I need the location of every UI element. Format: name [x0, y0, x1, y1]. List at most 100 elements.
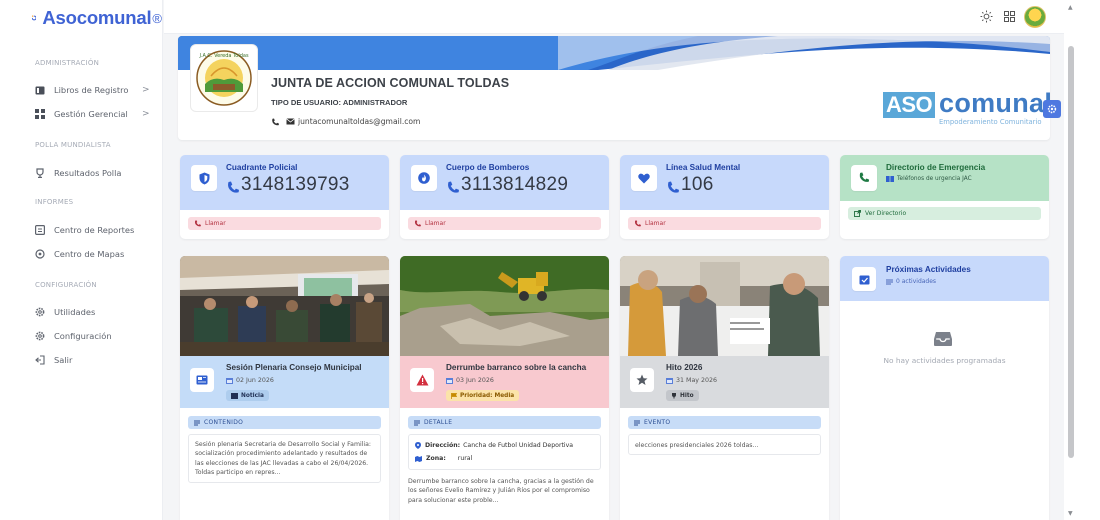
sidebar-item-label: Centro de Reportes [54, 225, 135, 235]
section-label: EVENTO [628, 416, 821, 429]
news-title: Hito 2026 [666, 363, 703, 372]
profile-card: J.A.C. Vereda Toldas JUNTA DE ACCION COM… [178, 36, 1050, 140]
news-body: Sesión plenaria Secretaria de Desarrollo… [188, 434, 381, 484]
news-date: 03 Jun 2026 [446, 377, 494, 384]
card-subtitle: Teléfonos de urgencia JAC [886, 176, 972, 182]
banner-wave [178, 36, 1050, 70]
sidebar-item-label: Gestión Gerencial [54, 109, 128, 119]
shield-icon [191, 165, 217, 191]
phone-number[interactable]: 3113814829 [446, 174, 568, 196]
card-title: Línea Salud Mental [666, 163, 741, 172]
sidebar-item-label: Salir [54, 355, 73, 365]
card-title: Cuerpo de Bomberos [446, 163, 530, 172]
svg-text:J.A.C. Vereda Toldas: J.A.C. Vereda Toldas [198, 53, 249, 59]
scroll-thumb[interactable] [1068, 46, 1074, 458]
phone-number[interactable]: 106 [666, 174, 714, 196]
news-photo [620, 256, 829, 356]
section-label: DETALLE [408, 416, 601, 429]
list-icon [886, 279, 893, 284]
scroll-down-icon[interactable]: ▼ [1068, 510, 1073, 517]
trophy-icon [672, 392, 676, 398]
news-photo [400, 256, 609, 356]
sidebar-item-utilidades[interactable]: Utilidades [34, 306, 154, 318]
news-body: Derrumbe barranco sobre la cancha, graci… [408, 478, 594, 504]
news-card-derrumbe[interactable]: Derrumbe barranco sobre la cancha 03 Jun… [400, 256, 609, 520]
phone-number[interactable]: 3148139793 [226, 174, 350, 196]
news-card-sesion-plenaria[interactable]: Sesión Plenaria Consejo Municipal 02 Jun… [180, 256, 389, 520]
section-configuracion: CONFIGURACIÓN [35, 281, 97, 289]
detail-zona: Zona: rural [415, 454, 594, 463]
brand-comunal: comunal [939, 88, 1050, 118]
calendar-icon [446, 378, 453, 384]
flag-icon [451, 392, 457, 399]
empty-state-message: No hay actividades programadas [883, 356, 1006, 365]
list-icon [634, 420, 640, 425]
detail-direccion: Dirección: Cancha de Futbol Unidad Depor… [415, 441, 594, 450]
sidebar-item-label: Resultados Polla [54, 168, 122, 178]
registered-mark: ® [152, 10, 162, 26]
email-link[interactable]: juntacomunaltoldas@gmail.com [298, 117, 420, 126]
sidebar-item-label: Configuración [54, 331, 112, 341]
emergency-card-bomberos: Cuerpo de Bomberos 3113814829 Llamar [400, 155, 609, 239]
sun-icon[interactable] [980, 10, 993, 23]
emergency-card-salud-mental: Línea Salud Mental 106 Llamar [620, 155, 829, 239]
sidebar-item-reportes[interactable]: Centro de Reportes [34, 224, 154, 236]
map-icon [415, 455, 422, 462]
sidebar-item-configuracion[interactable]: Configuración [34, 330, 154, 342]
sidebar-item-libros[interactable]: Libros de Registro > [34, 84, 154, 96]
heart-icon [631, 165, 657, 191]
sidebar-item-salir[interactable]: Salir [34, 354, 154, 366]
chevron-right-icon: > [142, 109, 150, 119]
settings-float-button[interactable] [1043, 100, 1061, 118]
sidebar-item-resultados-polla[interactable]: Resultados Polla [34, 167, 154, 179]
phone-icon [634, 220, 641, 227]
organization-name: JUNTA DE ACCION COMUNAL TOLDAS [271, 76, 510, 90]
view-directory-button[interactable]: Ver Directorio [848, 207, 1041, 220]
chevron-right-icon: > [142, 85, 150, 95]
book-icon [886, 176, 894, 182]
logo-icon [32, 15, 37, 21]
card-header: Sesión Plenaria Consejo Municipal 02 Jun… [180, 356, 389, 408]
emergency-card-policia: Cuadrante Policial 3148139793 Llamar [180, 155, 389, 239]
activities-count: 0 actividades [886, 278, 936, 285]
report-icon [34, 224, 46, 236]
page-scrollbar[interactable]: ▲ ▼ [1064, 0, 1100, 520]
apps-grid-icon[interactable] [1004, 11, 1015, 22]
emergency-card-directorio: Directorio de Emergencia Teléfonos de ur… [840, 155, 1049, 239]
user-avatar[interactable] [1024, 6, 1046, 28]
call-button[interactable]: Llamar [628, 217, 821, 230]
call-button[interactable]: Llamar [188, 217, 381, 230]
tag-icon [231, 392, 238, 399]
sidebar-item-mapas[interactable]: Centro de Mapas [34, 248, 154, 260]
priority-badge: Prioridad: Media [446, 390, 520, 401]
sidebar-item-gestion[interactable]: Gestión Gerencial > [34, 108, 154, 120]
news-body: elecciones presidenciales 2026 toldas... [628, 434, 821, 455]
phone-icon [667, 181, 679, 193]
inbox-icon [933, 331, 953, 347]
news-card-hito[interactable]: Hito 2026 31 May 2026 Hito EVENTO elecci… [620, 256, 829, 520]
news-tag: Noticia [226, 390, 269, 401]
news-photo [180, 256, 389, 356]
section-label: CONTENIDO [188, 416, 381, 429]
calendar-icon [666, 378, 673, 384]
scroll-up-icon[interactable]: ▲ [1068, 4, 1073, 11]
news-title: Sesión Plenaria Consejo Municipal [226, 363, 362, 372]
news-tag: Hito [666, 390, 699, 401]
organization-logo: J.A.C. Vereda Toldas [190, 44, 258, 112]
sidebar-item-label: Utilidades [54, 307, 96, 317]
phone-icon [447, 181, 459, 193]
topbar [164, 0, 1064, 34]
warning-icon [410, 368, 434, 392]
phone-icon[interactable] [271, 118, 279, 126]
section-polla: POLLA MUNDIALISTA [35, 141, 111, 149]
brand-tagline: Empoderamiento Comunitario [939, 118, 1042, 126]
sidebar-item-label: Libros de Registro [54, 85, 129, 95]
app-name: Asocomunal [42, 7, 152, 28]
phone-icon [414, 220, 421, 227]
news-date: 02 Jun 2026 [226, 377, 274, 384]
app-logo[interactable]: Asocomunal ® [0, 0, 162, 36]
card-header: Derrumbe barranco sobre la cancha 03 Jun… [400, 356, 609, 408]
mail-icon [286, 118, 295, 125]
list-icon [414, 420, 420, 425]
call-button[interactable]: Llamar [408, 217, 601, 230]
